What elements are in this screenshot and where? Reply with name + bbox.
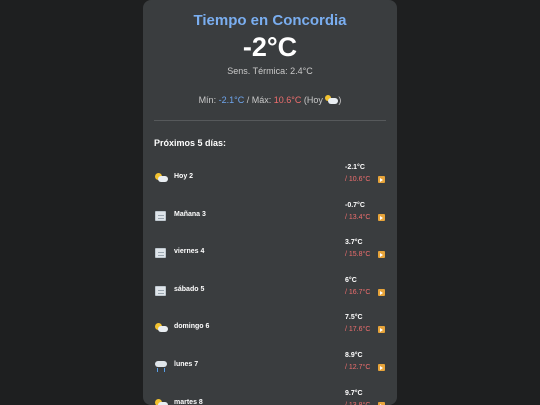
play-icon[interactable]: [378, 289, 385, 296]
forecast-day-min: 7.5°C: [345, 314, 363, 321]
forecast-day-min: 3.7°C: [345, 239, 363, 246]
forecast-day-row: domingo 6 7.5°C / 17.6°C: [154, 314, 386, 348]
current-temperature: -2°C: [242, 32, 298, 62]
forecast-day-row: Mañana 3 -0.7°C / 13.4°C: [154, 202, 386, 236]
forecast-day-name: martes 8: [174, 399, 203, 405]
feels-like: Sens. Térmica: 2.4°C: [227, 66, 313, 76]
forecast-day-max: / 15.8°C: [345, 251, 371, 258]
forecast-day-min: -0.7°C: [345, 202, 365, 209]
today-range: Mín: -2.1°C / Máx: 10.6°C (Hoy ): [143, 95, 397, 105]
play-icon[interactable]: [378, 326, 385, 333]
forecast-title: Próximos 5 días:: [154, 138, 227, 148]
forecast-day-min: 8.9°C: [345, 352, 363, 359]
sun-behind-cloud-icon: [325, 95, 339, 104]
fog-icon: [154, 210, 168, 222]
forecast-day-row: martes 89.7°C/ 13.8°C: [154, 390, 386, 405]
min-value: -2.1°C: [218, 95, 245, 105]
max-value: 10.6°C: [273, 95, 302, 105]
fog-icon: [154, 247, 168, 259]
forecast-day-name: lunes 7: [174, 361, 199, 368]
divider: [154, 120, 386, 121]
forecast-day-row: lunes 7 8.9°C / 12.7°C: [154, 352, 386, 386]
forecast-day-row: Hoy 2 -2.1°C / 10.6°C: [154, 164, 386, 198]
today-suffix-close: ): [338, 95, 342, 105]
max-label: / Máx:: [246, 95, 272, 105]
forecast-day-name: viernes 4: [174, 248, 205, 255]
forecast-day-max: / 16.7°C: [345, 289, 371, 296]
weather-card: Tiempo en Concordia -2°C Sens. Térmica: …: [143, 0, 397, 405]
today-suffix: (Hoy: [303, 95, 323, 105]
forecast-day-min: 9.7°C: [345, 390, 363, 397]
play-icon[interactable]: [378, 176, 385, 183]
forecast-day-name: Mañana 3: [174, 211, 206, 218]
forecast-day-min: 6°C: [345, 277, 357, 284]
fog-icon: [154, 285, 168, 297]
forecast-day-row: viernes 4 3.7°C / 15.8°C: [154, 239, 386, 273]
forecast-day-row: sábado 5 6°C / 16.7°C: [154, 277, 386, 311]
forecast-day-max: / 17.6°C: [345, 326, 371, 333]
forecast-day-max: / 10.6°C: [345, 176, 371, 183]
play-icon[interactable]: [378, 214, 385, 221]
forecast-day-max: / 12.7°C: [345, 364, 371, 371]
play-icon[interactable]: [378, 364, 385, 371]
forecast-day-name: Hoy 2: [174, 173, 194, 180]
min-label: Mín:: [198, 95, 217, 105]
forecast-day-max: / 13.4°C: [345, 214, 371, 221]
forecast-day-name: sábado 5: [174, 286, 205, 293]
forecast-day-min: -2.1°C: [345, 164, 365, 171]
page-title: Tiempo en Concordia: [193, 12, 347, 29]
play-icon[interactable]: [378, 251, 385, 258]
rain-cloud-icon: [154, 360, 168, 372]
forecast-day-name: domingo 6: [174, 323, 210, 330]
